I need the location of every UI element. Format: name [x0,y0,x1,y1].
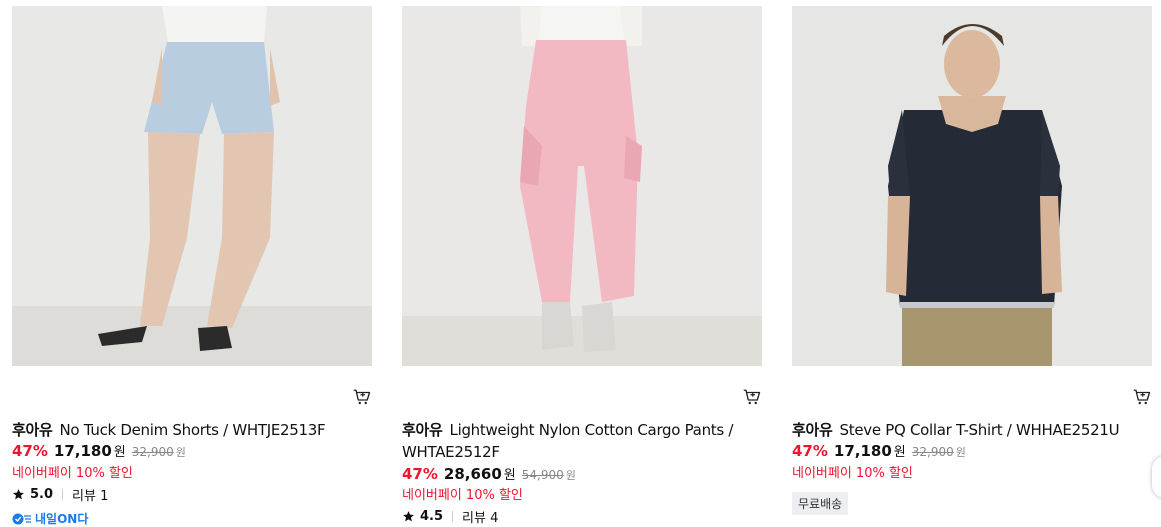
review-count: 리뷰 4 [462,511,499,526]
free-shipping-badge: 무료배송 [792,492,849,515]
product-title[interactable]: 후아유 Lightweight Nylon Cotton Cargo Pants … [402,419,747,463]
price-row: 47% 17,180 원 32,900 원 [12,441,186,463]
next-arrow-button[interactable] [1152,456,1161,498]
promo-text: 네이버페이 10% 할인 [402,488,523,503]
original-price: 32,900 [131,445,174,459]
product-name: Lightweight Nylon Cotton Cargo Pants / W… [402,421,734,461]
original-price-unit: 원 [565,469,576,482]
price-unit: 원 [503,468,516,483]
product-image[interactable] [12,6,372,366]
discount-rate: 47% [12,442,48,460]
review-count: 리뷰 1 [72,489,109,504]
product-image[interactable] [402,6,762,366]
product-image[interactable] [792,6,1152,366]
original-price: 32,900 [911,445,954,459]
brand-name: 후아유 [402,421,443,439]
discount-rate: 47% [402,465,438,483]
delivery-truck-icon [12,513,31,524]
delivery-tag: 내일ON다 [12,510,88,527]
sale-price: 28,660 [443,465,502,483]
price-row: 47% 28,660 원 54,900 원 [402,464,576,486]
promo-text: 네이버페이 10% 할인 [792,466,913,481]
product-name: Steve PQ Collar T-Shirt / WHHAE2521U [839,421,1120,439]
original-price-unit: 원 [955,446,966,459]
price-unit: 원 [893,445,906,460]
rating-score: 5.0 [30,487,54,502]
star-icon [403,511,414,522]
product-title[interactable]: 후아유 Steve PQ Collar T-Shirt / WHHAE2521U [792,419,1137,441]
promo-text: 네이버페이 10% 할인 [12,466,133,481]
price-row: 47% 17,180 원 32,900 원 [792,441,966,463]
product-name: No Tuck Denim Shorts / WHTJE2513F [59,421,326,439]
rating-row[interactable]: 4.5 리뷰 4 [402,507,498,526]
sale-price: 17,180 [833,442,892,460]
brand-name: 후아유 [792,421,833,439]
cart-icon[interactable] [353,388,371,406]
sale-price: 17,180 [53,442,112,460]
delivery-tag-label: 내일ON다 [35,512,89,526]
discount-rate: 47% [792,442,828,460]
divider [452,511,454,522]
original-price-unit: 원 [175,446,186,459]
brand-name: 후아유 [12,421,53,439]
product-title[interactable]: 후아유 No Tuck Denim Shorts / WHTJE2513F [12,419,357,441]
cart-icon[interactable] [743,388,761,406]
rating-score: 4.5 [420,509,444,524]
rating-row[interactable]: 5.0 리뷰 1 [12,485,108,504]
cart-icon[interactable] [1133,388,1151,406]
original-price: 54,900 [521,468,564,482]
price-unit: 원 [113,445,126,460]
star-icon [13,489,24,500]
divider [62,489,64,500]
